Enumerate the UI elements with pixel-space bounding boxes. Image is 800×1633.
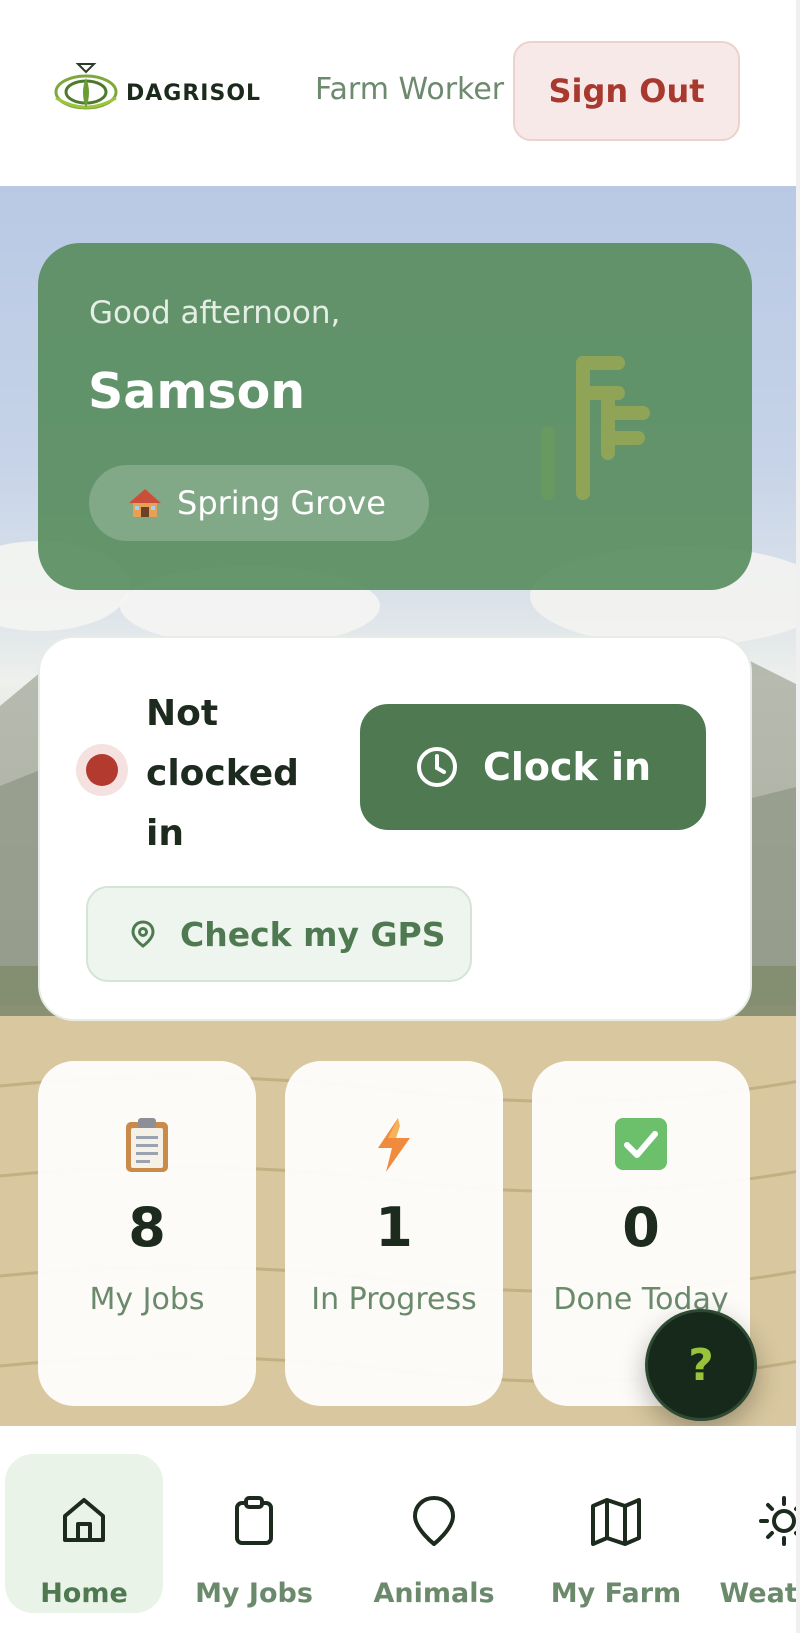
nav-label: My Farm	[550, 1578, 682, 1609]
stat-value: 0	[622, 1196, 660, 1259]
clock-in-button[interactable]: Clock in	[360, 704, 706, 830]
app-header: DAGRISOL Farm Worker Sign Out	[0, 0, 800, 186]
house-emoji-icon	[129, 489, 161, 517]
farm-location-badge: Spring Grove	[89, 465, 429, 541]
stat-card-in-progress[interactable]: 1 In Progress	[285, 1061, 503, 1406]
worker-name: Samson	[88, 363, 306, 420]
stat-value: 8	[128, 1196, 166, 1259]
nav-item-home[interactable]: Home	[5, 1454, 163, 1613]
help-button[interactable]: ?	[645, 1309, 757, 1421]
nav-label: Home	[40, 1578, 128, 1609]
location-pin-icon	[131, 920, 155, 948]
brand-logo: DAGRISOL	[48, 58, 288, 118]
clock-icon	[416, 747, 457, 787]
home-icon	[63, 1498, 105, 1542]
dagrisol-logo-icon	[54, 63, 118, 110]
nav-item-my-jobs[interactable]: My Jobs	[175, 1454, 333, 1613]
user-role: Farm Worker	[315, 72, 505, 107]
greeting-card: Good afternoon, Samson Spring Grove	[38, 243, 752, 590]
check-gps-button[interactable]: Check my GPS	[86, 886, 472, 982]
nav-label: My Jobs	[195, 1578, 313, 1609]
sign-out-button[interactable]: Sign Out	[513, 41, 740, 141]
lightning-emoji-icon	[378, 1118, 410, 1172]
nav-label: Weather	[719, 1578, 800, 1609]
check-gps-label: Check my GPS	[180, 914, 446, 954]
nav-item-my-farm[interactable]: My Farm	[537, 1454, 695, 1613]
map-icon	[591, 1498, 641, 1546]
bottom-navigation: Home My Jobs Animals My Farm Weather	[0, 1426, 800, 1633]
nav-label: Animals	[373, 1578, 495, 1609]
brand-name: DAGRISOL	[126, 80, 262, 106]
stat-label: My Jobs	[89, 1282, 205, 1317]
clock-status-label: Not clocked in	[146, 693, 299, 854]
clock-status-indicator	[76, 744, 128, 796]
stat-card-my-jobs[interactable]: 8 My Jobs	[38, 1061, 256, 1406]
status-dot-icon	[86, 754, 118, 786]
stat-label: In Progress	[311, 1282, 477, 1317]
clipboard-emoji-icon	[126, 1118, 168, 1172]
clock-status-card: Not clocked in Clock in Check my GPS	[38, 636, 752, 1021]
map-pin-icon	[413, 1496, 455, 1546]
sun-icon	[759, 1496, 800, 1546]
clipboard-icon	[235, 1496, 273, 1545]
page-scrollbar[interactable]	[796, 0, 800, 1633]
farm-name: Spring Grove	[177, 484, 386, 522]
nav-item-weather[interactable]: Weather	[705, 1454, 800, 1613]
wheat-icon	[541, 356, 650, 500]
nav-item-animals[interactable]: Animals	[355, 1454, 513, 1613]
stat-value: 1	[375, 1196, 413, 1259]
clock-in-label: Clock in	[482, 745, 652, 789]
check-box-emoji-icon	[615, 1118, 667, 1170]
greeting-salutation: Good afternoon,	[89, 295, 341, 331]
